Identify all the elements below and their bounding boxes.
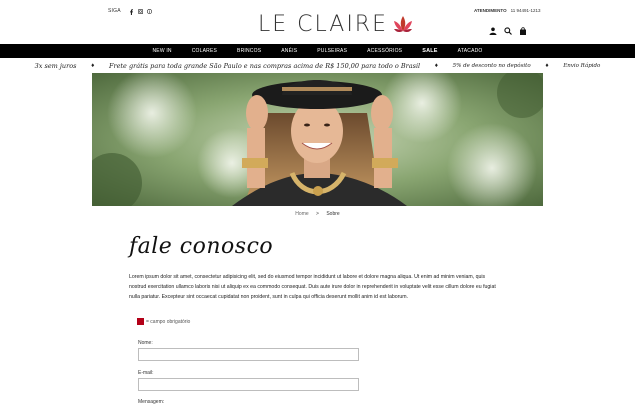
search-icon[interactable] [504, 22, 512, 35]
breadcrumb: Home > Sobre [0, 211, 635, 217]
name-label: Nome: [138, 340, 153, 346]
pinterest-icon[interactable] [146, 8, 152, 14]
nav-item-new-in[interactable]: NEW IN [142, 48, 181, 54]
promo-separator: ♦ [544, 62, 550, 69]
logo[interactable]: LE CLAIRE [258, 12, 414, 37]
promo-installments: 3x sem juros [34, 61, 77, 70]
name-field[interactable] [138, 348, 359, 361]
promo-separator: ♦ [90, 62, 95, 69]
shopping-bag-icon[interactable] [519, 22, 527, 35]
nav-item-colares[interactable]: COLARES [182, 48, 227, 54]
page-title: fale conosco [129, 234, 274, 259]
promo-separator: ♦ [434, 62, 439, 69]
nav-item-aneis[interactable]: ANÉIS [271, 48, 307, 54]
nav-item-brincos[interactable]: BRINCOS [227, 48, 271, 54]
promo-strip: 3x sem juros ♦ Frete grátis para toda gr… [0, 58, 635, 73]
main-nav: NEW IN COLARES BRINCOS ANÉIS PULSEIRAS A… [0, 44, 635, 58]
instagram-icon[interactable] [137, 8, 143, 14]
promo-free-shipping: Frete grátis para toda grande São Paulo … [108, 61, 421, 70]
nav-item-sale[interactable]: SALE [412, 48, 447, 54]
nav-item-acessorios[interactable]: ACESSÓRIOS [357, 48, 412, 54]
breadcrumb-separator: > [316, 211, 319, 217]
email-field[interactable] [138, 378, 359, 391]
social-label: SIGA [108, 8, 121, 14]
banner-photo [92, 73, 543, 206]
social-links: SIGA [108, 8, 152, 15]
nav-item-pulseiras[interactable]: PULSEIRAS [307, 48, 357, 54]
promo-deposit-discount: 5% de desconto no depósito [452, 62, 531, 69]
user-icon[interactable] [489, 22, 497, 35]
email-label: E-mail: [138, 370, 154, 376]
attendance-phone: 11 94491-1213 [510, 8, 541, 13]
breadcrumb-current: Sobre [326, 211, 340, 217]
promo-fast-delivery: Envio Rápido [563, 62, 601, 69]
attendance-info: ATENDIMENTO 11 94491-1213 [474, 8, 541, 13]
facebook-icon[interactable] [129, 8, 134, 15]
header: SIGA LE CLAIRE ATENDIMENTO 11 94491-1213 [0, 0, 635, 44]
attendance-label: ATENDIMENTO [474, 8, 507, 13]
required-note-text: = campo obrigatório [146, 318, 191, 325]
header-actions [489, 22, 527, 35]
required-marker [137, 318, 144, 325]
lotus-flower-icon [394, 15, 412, 32]
nav-item-atacado[interactable]: ATACADO [448, 48, 493, 54]
breadcrumb-home[interactable]: Home [295, 211, 308, 217]
logo-text: LE CLAIRE [258, 12, 388, 37]
required-note: = campo obrigatório [137, 318, 190, 325]
intro-paragraph: Lorem ipsum dolor sit amet, consectetur … [129, 274, 496, 300]
message-label: Mensagem: [138, 399, 165, 405]
hero-banner-image [92, 73, 543, 206]
